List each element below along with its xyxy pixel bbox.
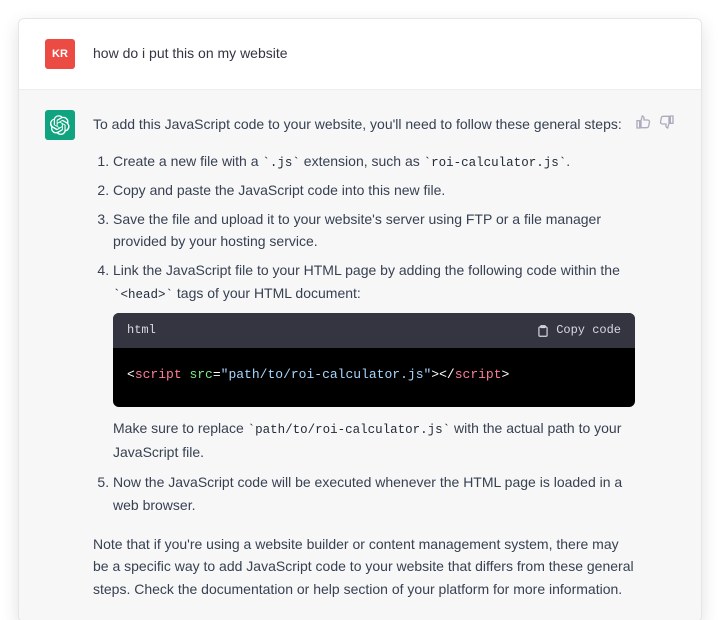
copy-code-label: Copy code xyxy=(556,321,621,340)
step-5: Now the JavaScript code will be executed… xyxy=(113,471,635,516)
assistant-avatar xyxy=(45,110,75,140)
clipboard-icon xyxy=(536,324,550,338)
steps-list: Create a new file with a `.js` extension… xyxy=(93,150,635,517)
step-2: Copy and paste the JavaScript code into … xyxy=(113,179,635,202)
inline-code: `.js` xyxy=(262,156,300,170)
code-lang-label: html xyxy=(127,321,156,340)
user-avatar-initials: KR xyxy=(52,48,68,60)
code-block: html Copy code <script src="path/to/roi-… xyxy=(113,313,635,407)
openai-logo-icon xyxy=(50,115,70,135)
user-message: KR how do i put this on my website xyxy=(19,19,701,89)
assistant-note: Note that if you're using a website buil… xyxy=(93,533,635,601)
assistant-intro: To add this JavaScript code to your webs… xyxy=(93,113,635,136)
step-4-note: Make sure to replace `path/to/roi-calcul… xyxy=(113,417,635,463)
code-body: <script src="path/to/roi-calculator.js">… xyxy=(113,348,635,407)
feedback-actions xyxy=(635,110,675,130)
user-message-text: how do i put this on my website xyxy=(93,39,675,65)
copy-code-button[interactable]: Copy code xyxy=(536,321,621,340)
step-1: Create a new file with a `.js` extension… xyxy=(113,150,635,173)
user-avatar: KR xyxy=(45,39,75,69)
thumbs-up-icon[interactable] xyxy=(635,114,651,130)
thumbs-down-icon[interactable] xyxy=(659,114,675,130)
step-3: Save the file and upload it to your webs… xyxy=(113,208,635,253)
step-4: Link the JavaScript file to your HTML pa… xyxy=(113,259,635,463)
assistant-content: To add this JavaScript code to your webs… xyxy=(93,110,635,601)
inline-code: `<head>` xyxy=(113,288,173,302)
inline-code: `roi-calculator.js` xyxy=(424,156,567,170)
code-header: html Copy code xyxy=(113,313,635,348)
chat-container: KR how do i put this on my website To ad… xyxy=(18,18,702,620)
assistant-message: To add this JavaScript code to your webs… xyxy=(19,89,701,620)
inline-code: `path/to/roi-calculator.js` xyxy=(248,423,451,437)
